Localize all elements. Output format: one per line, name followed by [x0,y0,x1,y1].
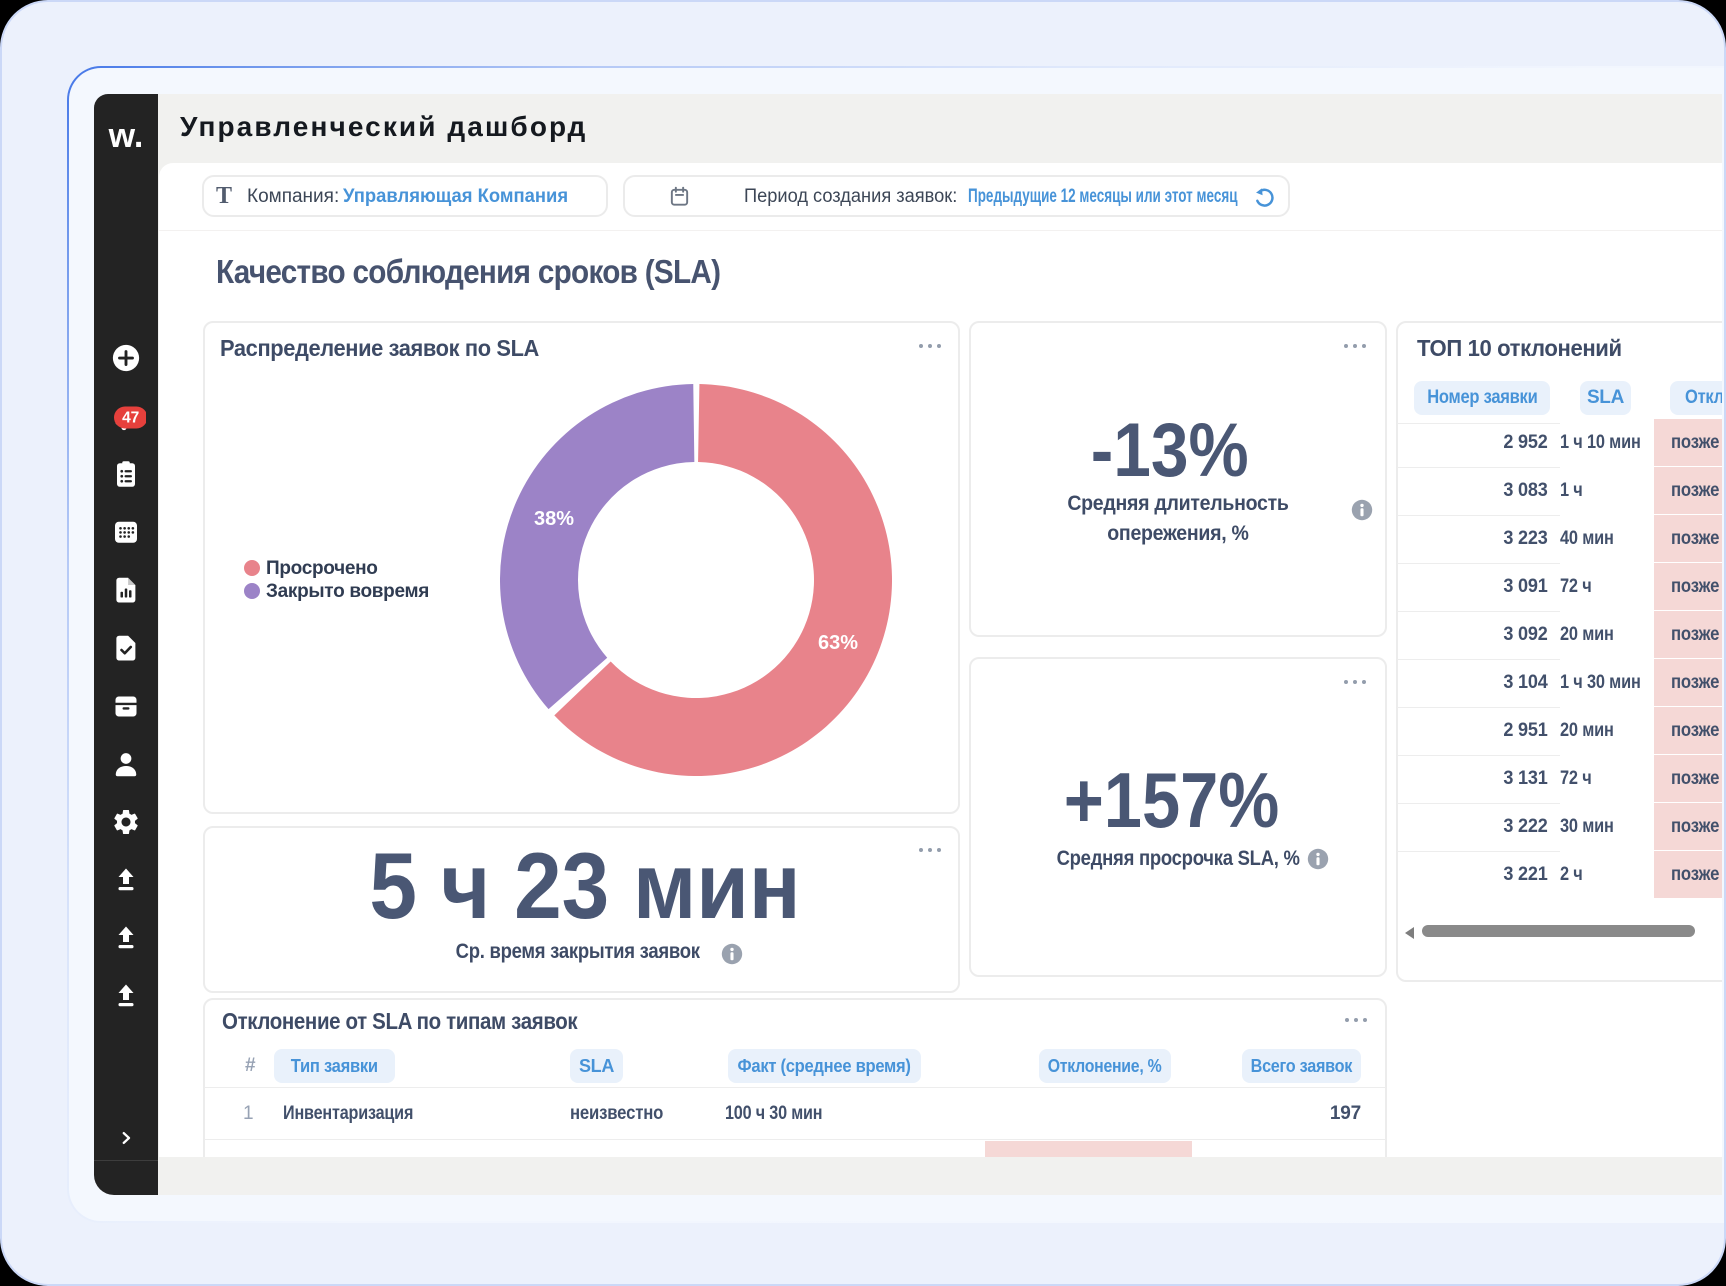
svg-text:38%: 38% [534,508,574,530]
svg-text:47: 47 [122,410,139,427]
svg-text:63%: 63% [818,632,858,654]
